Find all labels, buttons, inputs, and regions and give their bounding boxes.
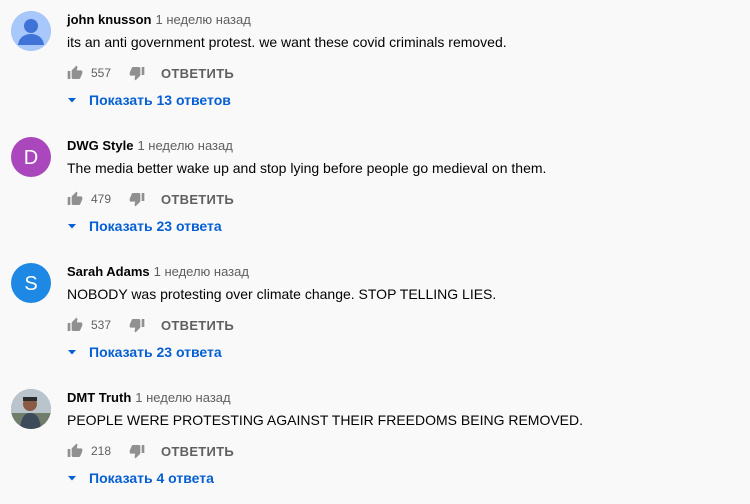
reply-button[interactable]: ОТВЕТИТЬ <box>161 192 234 207</box>
comment-actions: 479 ОТВЕТИТЬ <box>67 187 234 211</box>
author-name[interactable]: DMT Truth <box>67 390 131 405</box>
avatar-letter: S <box>24 272 38 295</box>
comment-thread: D DWG Style 1 неделю назад The media bett… <box>0 126 750 252</box>
comment-text: PEOPLE WERE PROTESTING AGAINST THEIR FRE… <box>67 412 584 428</box>
view-replies-button[interactable]: Показать 23 ответа <box>66 341 222 363</box>
comment-text: its an anti government protest. we want … <box>67 34 507 50</box>
view-replies-label: Показать 23 ответа <box>89 218 222 234</box>
comment-header: john knusson 1 неделю назад <box>67 11 251 29</box>
view-replies-label: Показать 4 ответа <box>89 470 214 486</box>
reply-button[interactable]: ОТВЕТИТЬ <box>161 318 234 333</box>
thumbs-down-icon <box>129 67 145 81</box>
avatar-letter: D <box>23 146 39 169</box>
comment-thread: DMT Truth 1 неделю назад PEOPLE WERE PROT… <box>0 378 750 504</box>
dislike-button[interactable] <box>129 317 145 333</box>
comment-header: DWG Style 1 неделю назад <box>67 137 233 155</box>
reply-button[interactable]: ОТВЕТИТЬ <box>161 66 234 81</box>
comment-text: NOBODY was protesting over climate chang… <box>67 286 497 302</box>
thumbs-up-icon[interactable] <box>67 317 83 333</box>
dislike-button[interactable] <box>129 191 145 207</box>
comment-timestamp[interactable]: 1 неделю назад <box>156 12 251 27</box>
dislike-button[interactable] <box>129 65 145 81</box>
author-name[interactable]: Sarah Adams <box>67 264 150 279</box>
reply-button[interactable]: ОТВЕТИТЬ <box>161 444 234 459</box>
comment-text: The media better wake up and stop lying … <box>67 160 547 176</box>
thumbs-down-icon <box>129 445 145 459</box>
like-count: 218 <box>91 444 112 458</box>
comment-thread: S Sarah Adams 1 неделю назад NOBODY was p… <box>0 252 750 378</box>
photo-avatar-icon <box>11 389 51 429</box>
comment-timestamp[interactable]: 1 неделю назад <box>137 138 232 153</box>
view-replies-label: Показать 13 ответов <box>89 92 231 108</box>
comment-timestamp[interactable]: 1 неделю назад <box>154 264 249 279</box>
default-person-icon <box>11 11 51 51</box>
comment-actions: 557 ОТВЕТИТЬ <box>67 61 234 85</box>
view-replies-button[interactable]: Показать 23 ответа <box>66 215 222 237</box>
caret-down-icon <box>68 224 76 229</box>
comment-actions: 218 ОТВЕТИТЬ <box>67 439 234 463</box>
avatar[interactable] <box>11 389 51 429</box>
avatar[interactable]: S <box>11 263 51 303</box>
author-name[interactable]: DWG Style <box>67 138 133 153</box>
comment-timestamp[interactable]: 1 неделю назад <box>135 390 230 405</box>
view-replies-label: Показать 23 ответа <box>89 344 222 360</box>
caret-down-icon <box>68 350 76 355</box>
caret-down-icon <box>68 98 76 103</box>
comment-thread: john knusson 1 неделю назад its an anti g… <box>0 0 750 126</box>
comments-section: john knusson 1 неделю назад its an anti g… <box>0 0 750 501</box>
thumbs-down-icon <box>129 193 145 207</box>
comment-header: Sarah Adams 1 неделю назад <box>67 263 249 281</box>
caret-down-icon <box>68 476 76 481</box>
comment-actions: 537 ОТВЕТИТЬ <box>67 313 234 337</box>
like-count: 557 <box>91 66 112 80</box>
thumbs-down-icon <box>129 319 145 333</box>
like-count: 479 <box>91 192 112 206</box>
author-name[interactable]: john knusson <box>67 12 152 27</box>
like-count: 537 <box>91 318 112 332</box>
view-replies-button[interactable]: Показать 13 ответов <box>66 89 231 111</box>
comment-header: DMT Truth 1 неделю назад <box>67 389 231 407</box>
avatar[interactable]: D <box>11 137 51 177</box>
dislike-button[interactable] <box>129 443 145 459</box>
view-replies-button[interactable]: Показать 4 ответа <box>66 467 214 489</box>
thumbs-up-icon[interactable] <box>67 191 83 207</box>
avatar[interactable] <box>11 11 51 51</box>
thumbs-up-icon[interactable] <box>67 443 83 459</box>
thumbs-up-icon[interactable] <box>67 65 83 81</box>
